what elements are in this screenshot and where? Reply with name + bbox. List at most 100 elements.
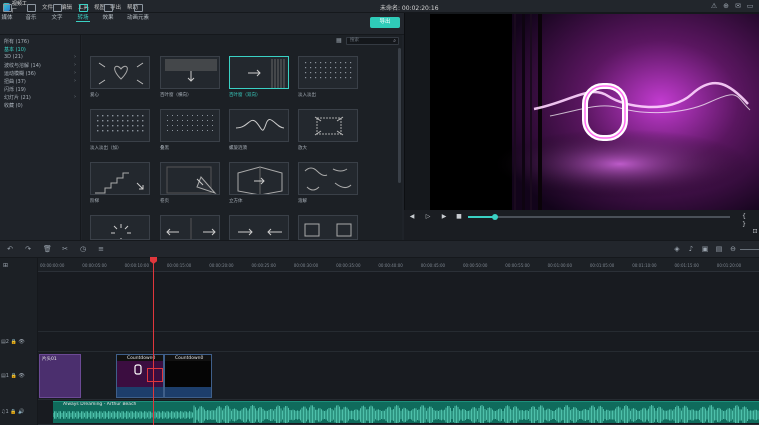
zoom-slider[interactable] — [740, 249, 759, 250]
voiceover-icon[interactable]: ▣ — [701, 245, 709, 253]
search-input[interactable]: 搜索 ⌕ — [346, 37, 399, 45]
grid-scrollbar[interactable] — [398, 48, 401, 183]
track-1-label: ▤1 🔒 👁 — [1, 373, 25, 379]
export-button[interactable]: 导出 — [370, 17, 400, 28]
transition-thumbnail — [305, 62, 352, 79]
mic-icon[interactable]: ♪ — [687, 245, 695, 253]
transition-tile-15[interactable] — [298, 215, 358, 240]
step-forward-icon[interactable]: ▷ — [424, 213, 432, 221]
transition-tile-14[interactable] — [229, 215, 289, 240]
tab-music[interactable]: 音乐 — [22, 2, 40, 21]
transition-tile-label: 卷页 — [160, 199, 169, 204]
transition-thumbnail — [237, 166, 283, 194]
sidebar-item-2[interactable]: 3D (21) › — [4, 53, 76, 61]
sidebar-item-3[interactable]: 波纹与溶解 (14) › — [4, 61, 76, 69]
transition-thumbnail — [304, 167, 352, 191]
playback-knob[interactable] — [492, 214, 498, 220]
transition-tile-6[interactable] — [229, 109, 289, 142]
ruler-tick-label: 00:01:20:00 — [716, 263, 742, 268]
chevron-right-icon: › — [74, 62, 76, 68]
speed-icon[interactable]: ◷ — [79, 245, 87, 253]
stop-icon[interactable]: ■ — [455, 213, 463, 221]
shield-icon[interactable]: ◈ — [673, 245, 681, 253]
add-track-icon[interactable]: ⊞ — [3, 262, 8, 269]
transition-tile-5[interactable] — [160, 109, 220, 142]
transition-thumbnail — [111, 224, 131, 239]
ruler-tick-label: 00:00:25:00 — [251, 263, 276, 268]
tab-effects[interactable]: 效果 — [99, 2, 117, 21]
audio-clip[interactable]: Always Dreaming - Arthur Beach — [53, 401, 759, 423]
transition-tile-10[interactable] — [229, 162, 289, 195]
transition-tile-4[interactable] — [90, 109, 150, 142]
marker-icon[interactable]: { } — [740, 213, 748, 228]
transition-tile-7[interactable] — [298, 109, 358, 142]
sidebar-item-4[interactable]: 运动模糊 (36) › — [4, 69, 76, 77]
video-clip-2[interactable]: Countdown0 — [164, 354, 212, 398]
adjust-icon[interactable]: ≡ — [97, 245, 105, 253]
transition-thumbnail — [166, 218, 216, 239]
sidebar-item-6[interactable]: 闪烁 (19) — [4, 85, 76, 93]
transition-tile-13[interactable] — [160, 215, 220, 240]
play-icon[interactable]: ▶ — [440, 213, 448, 221]
chevron-right-icon: › — [74, 78, 76, 84]
cart-icon[interactable]: ⊕ — [722, 2, 730, 10]
transition-tile-12[interactable] — [90, 215, 150, 240]
chevron-right-icon: › — [74, 94, 76, 100]
tab-text[interactable]: 文字 — [48, 2, 66, 21]
grid-view-icon[interactable]: ▦ — [336, 37, 343, 44]
sidebar-item-label: 基本 (10) — [4, 46, 26, 53]
sidebar-item-label: 幻灯片 (21) — [4, 94, 31, 101]
fullscreen-icon[interactable]: ⊡ — [751, 228, 759, 236]
sidebar-item-1[interactable]: 基本 (10) — [4, 45, 76, 53]
transition-tile-label: 阶梯 — [90, 199, 99, 204]
transition-marker[interactable] — [147, 368, 163, 382]
transition-tile-label: 立方体 — [229, 199, 243, 204]
redo-icon[interactable]: ↷ — [24, 245, 32, 253]
transition-tile-9[interactable] — [160, 162, 220, 195]
effects-icon — [103, 4, 113, 12]
transition-tile-3[interactable] — [298, 56, 358, 89]
mail-icon[interactable]: ✉ — [734, 2, 742, 10]
transition-tile-label: 百叶窗（横向） — [160, 93, 192, 98]
sidebar-item-5[interactable]: 扭曲 (37) › — [4, 77, 76, 85]
transition-thumbnail — [165, 59, 217, 82]
tab-elements[interactable]: 动画元素 — [125, 2, 151, 21]
transition-thumbnail — [238, 228, 282, 236]
sidebar-item-label: 波纹与溶解 (14) — [4, 62, 41, 69]
caption-icon[interactable]: ▤ — [715, 245, 723, 253]
sidebar-item-label: 扭曲 (37) — [4, 78, 26, 85]
playhead[interactable] — [153, 258, 154, 425]
ruler-tick-label: 00:01:15:00 — [674, 263, 699, 268]
transition-tile-11[interactable] — [298, 162, 358, 195]
playback-progress — [468, 216, 495, 218]
cut-icon[interactable]: ✂ — [61, 245, 69, 253]
transition-tile-1[interactable] — [160, 56, 220, 89]
search-icon: ⌕ — [393, 38, 396, 44]
preview-frame: 0 — [430, 14, 759, 210]
playback-slider[interactable] — [468, 216, 730, 218]
transition-tile-8[interactable] — [90, 162, 150, 195]
title-clip[interactable]: 片头01 — [39, 354, 81, 398]
minimize-icon[interactable]: ▭ — [746, 2, 754, 10]
delete-icon[interactable]: 🗑 — [43, 245, 52, 253]
transition-tile-label: 爱心 — [90, 93, 99, 98]
ruler-tick-label: 00:00:35:00 — [336, 263, 361, 268]
track-2[interactable] — [38, 332, 759, 352]
ruler-tick-label: 00:00:40:00 — [378, 263, 403, 268]
ruler-tick-label: 00:00:00:00 — [40, 263, 65, 268]
prev-frame-icon[interactable]: ◀ — [408, 213, 416, 221]
sidebar-item-7[interactable]: 幻灯片 (21) › — [4, 93, 76, 101]
transition-tile-2[interactable] — [229, 56, 289, 89]
ruler-tick-label: 00:00:10:00 — [124, 263, 149, 268]
transition-tile-0[interactable] — [90, 56, 150, 89]
tab-media[interactable]: 媒体 — [0, 2, 14, 21]
sidebar-item-0[interactable]: 所有 (176) — [4, 37, 76, 45]
user-icon[interactable]: ⚠ — [710, 2, 718, 10]
sidebar-item-label: 所有 (176) — [4, 38, 30, 45]
tab-transition[interactable]: 转场 — [74, 2, 92, 22]
transition-thumbnail — [314, 116, 344, 136]
zoom-icon[interactable]: ⊖ — [729, 245, 737, 253]
transition-tile-label: 淡入淡出 — [298, 93, 316, 98]
sidebar-item-8[interactable]: 收藏 (0) — [4, 101, 76, 109]
undo-icon[interactable]: ↶ — [6, 245, 14, 253]
